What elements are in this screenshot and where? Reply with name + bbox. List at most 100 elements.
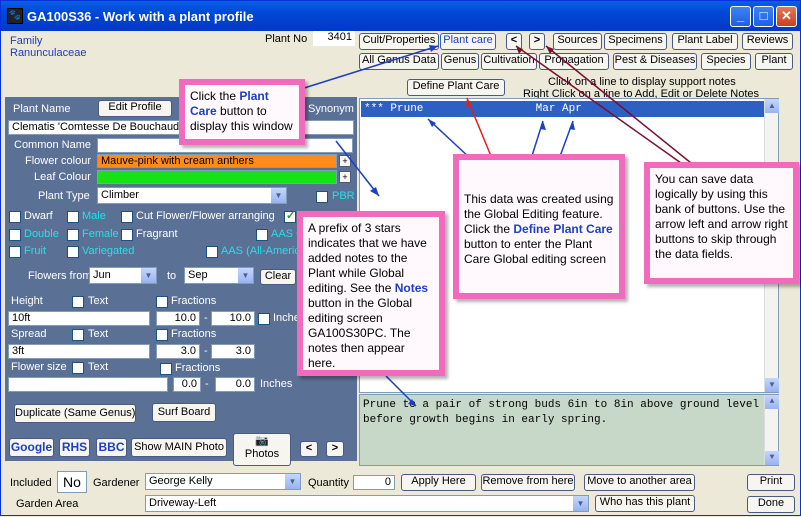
rhs-button[interactable]: RHS (59, 438, 90, 457)
flower-size-fractions-checkbox[interactable] (160, 363, 172, 375)
flower-size-field[interactable] (8, 377, 168, 392)
aas-g-checkbox[interactable] (256, 229, 268, 241)
leaf-colour-field[interactable] (97, 170, 337, 184)
height-label: Height (11, 295, 43, 307)
print-button[interactable]: Print (747, 474, 795, 491)
google-button[interactable]: Google (9, 438, 54, 457)
synonym-label[interactable]: Synonym (308, 103, 354, 115)
bbc-button[interactable]: BBC (96, 438, 127, 457)
chevron-down-icon: ▼ (572, 496, 588, 511)
variegated-checkbox[interactable] (67, 246, 79, 258)
tab-pest-diseases[interactable]: Pest & Diseases (613, 53, 697, 70)
photos-button[interactable]: 📷 Photos (233, 433, 291, 466)
height-max-field[interactable]: 10.0 (211, 311, 255, 326)
flowers-from-select[interactable]: Jun ▼ (89, 267, 157, 284)
leaf-colour-label: Leaf Colour (34, 171, 91, 183)
move-to-another-area-button[interactable]: Move to another area (584, 474, 695, 491)
height-fractions-checkbox[interactable] (156, 296, 168, 308)
quantity-field[interactable]: 0 (353, 475, 395, 490)
callout-global-editing: This data was created using the Global E… (453, 154, 625, 299)
height-field[interactable]: 10ft (8, 311, 150, 326)
notes-detail: Prune to a pair of strong buds 6in to 8i… (359, 394, 779, 466)
spread-field[interactable]: 3ft (8, 344, 150, 359)
tab-specimens[interactable]: Specimens (604, 33, 667, 50)
flower-colour-field[interactable]: Mauve-pink with cream anthers (97, 154, 337, 168)
pbr-checkbox[interactable] (316, 191, 328, 203)
gardener-label: Gardener (93, 477, 140, 489)
flower-colour-label: Flower colour (25, 155, 92, 167)
tab-all-genus-data[interactable]: All Genus Data (359, 53, 439, 70)
title-bar: 🐾 GA100S36 - Work with a plant profile _… (1, 1, 800, 31)
dwarf-checkbox[interactable] (9, 211, 21, 223)
maximize-button[interactable]: □ (753, 6, 774, 27)
define-plant-care-button[interactable]: Define Plant Care (407, 79, 505, 96)
a-checkbox[interactable] (284, 209, 296, 223)
gardener-select[interactable]: George Kelly ▼ (145, 473, 301, 490)
window-title: GA100S36 - Work with a plant profile (27, 9, 254, 24)
tab-reviews[interactable]: Reviews (742, 33, 793, 50)
spread-text-label: Text (88, 328, 109, 340)
photo-prev-button[interactable]: < (300, 441, 318, 457)
spread-text-checkbox[interactable] (72, 329, 84, 341)
chevron-up-icon[interactable]: ▲ (765, 99, 779, 113)
tab-species[interactable]: Species (701, 53, 751, 70)
edit-profile-button[interactable]: Edit Profile (98, 100, 172, 117)
height-min-field[interactable]: 10.0 (156, 311, 200, 326)
notes-list-row[interactable]: *** Prune Mar Apr (361, 101, 765, 117)
tab-plant-care[interactable]: Plant care (440, 33, 496, 50)
spread-min-field[interactable]: 3.0 (156, 344, 200, 359)
remove-from-here-button[interactable]: Remove from here (481, 474, 575, 491)
tab-cult-properties[interactable]: Cult/Properties (359, 33, 439, 50)
spread-max-field[interactable]: 3.0 (211, 344, 255, 359)
duplicate-button[interactable]: Duplicate (Same Genus) (14, 404, 136, 423)
apply-here-button[interactable]: Apply Here (401, 474, 476, 491)
garden-area-select[interactable]: Driveway-Left ▼ (145, 495, 589, 512)
spread-fractions-checkbox[interactable] (156, 329, 168, 341)
family-label: Family (10, 35, 43, 47)
photo-next-button[interactable]: > (326, 441, 344, 457)
add-leaf-colour-button[interactable]: + (339, 171, 351, 183)
chevron-down-icon: ▼ (237, 268, 253, 283)
spread-dash: - (204, 345, 208, 357)
close-button[interactable]: ✕ (776, 6, 797, 27)
tab-sources[interactable]: Sources (553, 33, 602, 50)
fragrant-checkbox[interactable] (121, 229, 133, 241)
chevron-down-icon[interactable]: ▼ (765, 451, 779, 465)
tab-plant-label[interactable]: Plant Label (672, 33, 738, 50)
flower-size-text-checkbox[interactable] (72, 362, 84, 374)
done-button[interactable]: Done (747, 496, 795, 513)
next-arrow-button[interactable]: > (529, 33, 545, 50)
female-checkbox[interactable] (67, 229, 79, 241)
flower-size-max-field[interactable]: 0.0 (215, 377, 255, 392)
height-text-checkbox[interactable] (72, 296, 84, 308)
double-checkbox[interactable] (9, 229, 21, 241)
garden-area-value: Driveway-Left (149, 497, 217, 509)
show-main-photo-button[interactable]: Show MAIN Photo (131, 438, 227, 457)
tab-genus[interactable]: Genus (441, 53, 479, 70)
tab-cultivation[interactable]: Cultivation (481, 53, 537, 70)
prev-arrow-button[interactable]: < (506, 33, 522, 50)
tab-propagation[interactable]: Propagation (539, 53, 609, 70)
height-inches-checkbox[interactable] (258, 313, 270, 325)
clear-button[interactable]: Clear (260, 269, 296, 285)
minimize-button[interactable]: _ (730, 6, 751, 27)
fragrant-label: Fragrant (136, 228, 178, 240)
plant-type-select[interactable]: Climber ▼ (97, 187, 287, 204)
detail-scrollbar[interactable]: ▲ ▼ (764, 395, 779, 465)
male-checkbox[interactable] (67, 211, 79, 223)
aas-all-america-checkbox[interactable] (206, 246, 218, 258)
chevron-down-icon[interactable]: ▼ (765, 378, 779, 392)
included-field[interactable]: No (57, 471, 87, 493)
variegated-label: Variegated (82, 245, 135, 257)
flower-size-dash: - (205, 378, 209, 390)
tab-plant[interactable]: Plant (755, 53, 793, 70)
who-has-this-plant-button[interactable]: Who has this plant (595, 495, 695, 512)
cut-flower-label: Cut Flower/Flower arranging (136, 210, 275, 222)
flower-size-min-field[interactable]: 0.0 (173, 377, 201, 392)
flowers-to-select[interactable]: Sep ▼ (184, 267, 254, 284)
add-flower-colour-button[interactable]: + (339, 155, 351, 167)
surf-board-button[interactable]: Surf Board (152, 403, 216, 422)
chevron-up-icon[interactable]: ▲ (765, 395, 779, 409)
cut-flower-checkbox[interactable] (121, 211, 133, 223)
fruit-checkbox[interactable] (9, 246, 21, 258)
